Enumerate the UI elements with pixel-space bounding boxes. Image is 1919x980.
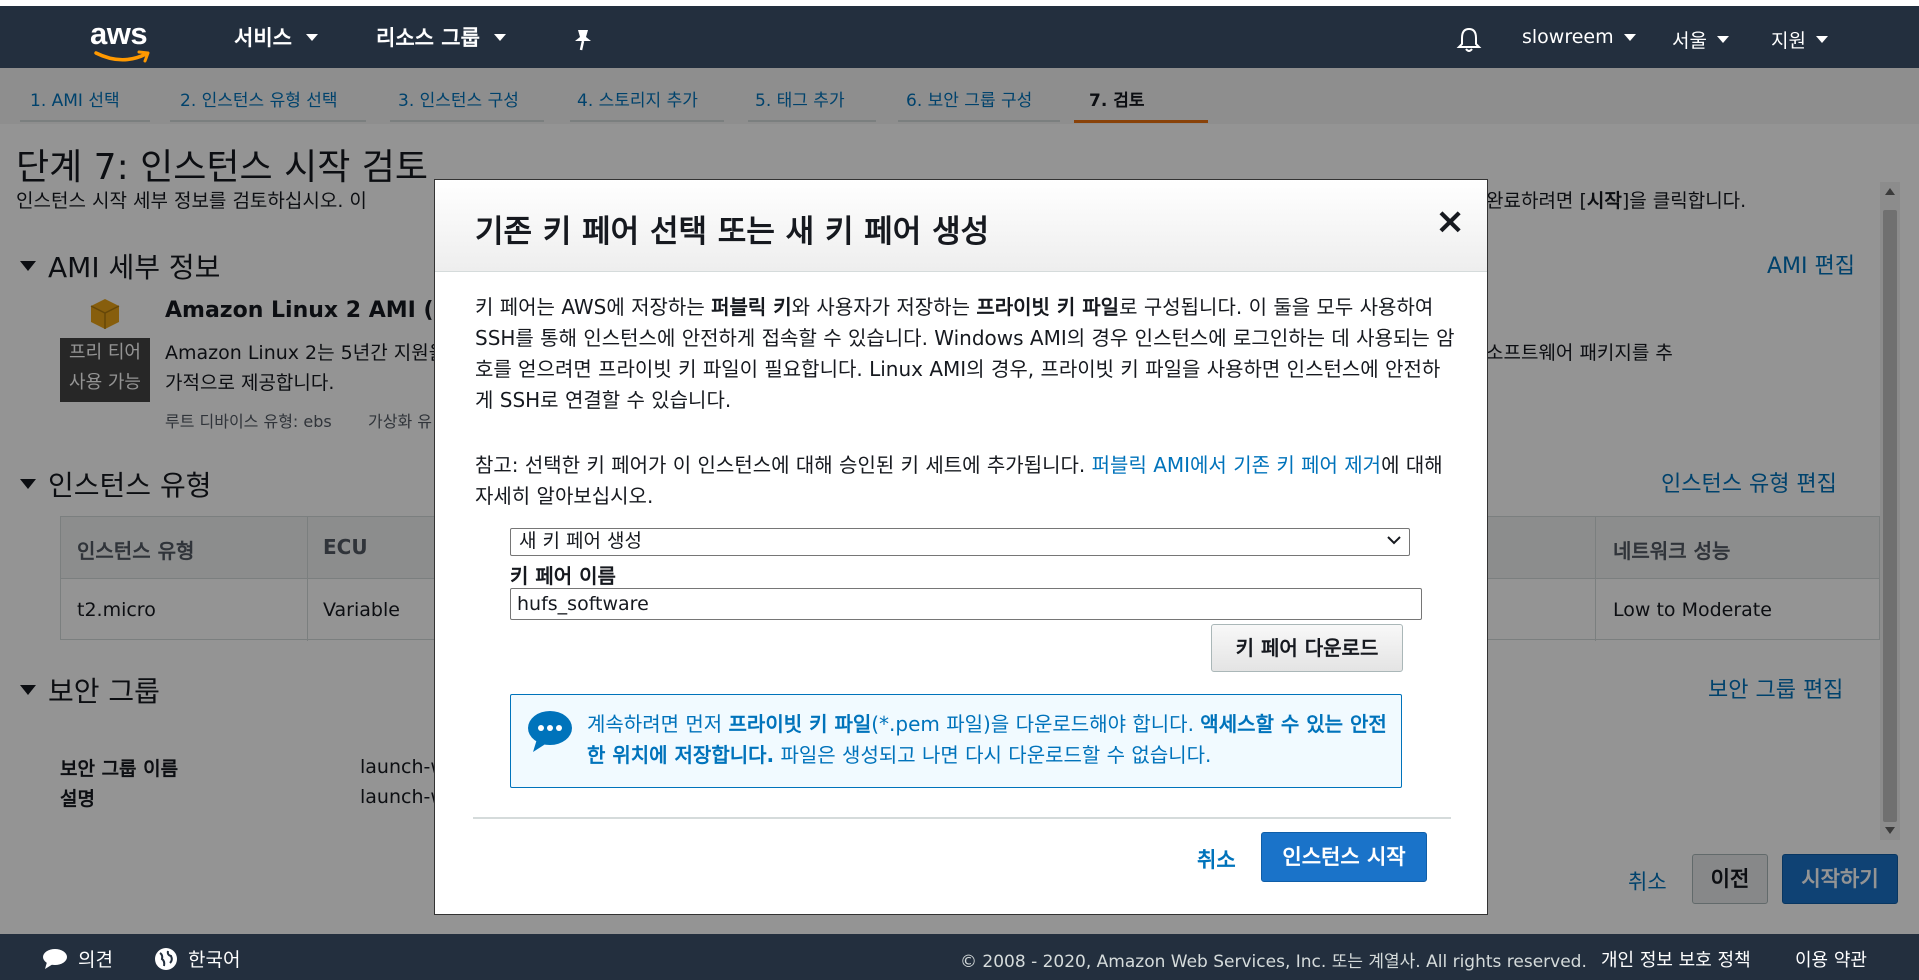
chevron-down-icon xyxy=(1815,36,1828,43)
copyright-text: © 2008 - 2020, Amazon Web Services, Inc.… xyxy=(960,952,1587,972)
launch-instances-button[interactable]: 인스턴스 시작 xyxy=(1261,832,1427,882)
info-chat-icon xyxy=(528,711,572,752)
region-label: 서울 xyxy=(1672,30,1707,52)
download-key-pair-button[interactable]: 키 페어 다운로드 xyxy=(1211,624,1403,672)
privacy-policy-link[interactable]: 개인 정보 보호 정책 xyxy=(1601,946,1751,972)
aws-logo-text: aws xyxy=(90,16,148,51)
dialog-title: 기존 키 페어 선택 또는 새 키 페어 생성 xyxy=(475,214,990,250)
account-username: slowreem xyxy=(1522,26,1614,48)
key-pair-description: 키 페어는 AWS에 저장하는 퍼블릭 키와 사용자가 저장하는 프라이빗 키 … xyxy=(475,295,1455,412)
speech-bubble-icon xyxy=(43,948,67,969)
key-pair-option-select[interactable]: 새 키 페어 생성 xyxy=(510,528,1410,556)
aws-logo[interactable]: aws xyxy=(90,16,156,63)
dialog-divider xyxy=(473,817,1451,819)
dialog-cancel-link[interactable]: 취소 xyxy=(1197,844,1236,874)
chevron-down-icon xyxy=(305,33,318,41)
globe-icon xyxy=(155,947,177,970)
dialog-header: 기존 키 페어 선택 또는 새 키 페어 생성 × xyxy=(435,180,1487,272)
resource-groups-menu[interactable]: 리소스 그룹 xyxy=(376,22,506,52)
bell-icon[interactable] xyxy=(1456,26,1482,54)
key-pair-name-input[interactable]: hufs_software xyxy=(510,588,1422,620)
remove-key-pair-link[interactable]: 퍼블릭 AMI에서 기존 키 페어 제거 xyxy=(1092,453,1381,477)
feedback-link[interactable]: 의견 xyxy=(42,945,113,972)
pin-icon[interactable] xyxy=(572,28,594,52)
resource-groups-label: 리소스 그룹 xyxy=(376,26,480,50)
services-menu[interactable]: 서비스 xyxy=(234,22,318,52)
chevron-down-icon xyxy=(1623,33,1636,41)
support-label: 지원 xyxy=(1771,30,1806,52)
chevron-down-icon xyxy=(1387,536,1401,545)
account-menu[interactable]: slowreem xyxy=(1522,26,1636,48)
support-menu[interactable]: 지원 xyxy=(1771,26,1828,53)
services-label: 서비스 xyxy=(234,26,292,50)
close-icon[interactable]: × xyxy=(1435,204,1465,240)
download-info-alert: 계속하려면 먼저 프라이빗 키 파일(*.pem 파일)을 다운로드해야 합니다… xyxy=(510,694,1402,788)
footer: 의견 한국어 © 2008 - 2020, Amazon Web Service… xyxy=(0,934,1919,980)
terms-of-use-link[interactable]: 이용 약관 xyxy=(1795,946,1867,972)
language-selector[interactable]: 한국어 xyxy=(154,945,240,972)
chevron-down-icon xyxy=(493,33,506,41)
key-pair-name-label: 키 페어 이름 xyxy=(510,564,616,588)
chevron-down-icon xyxy=(1716,36,1729,43)
top-navigation-bar: aws 서비스 리소스 그룹 slowreem 서울 지원 xyxy=(0,0,1919,68)
region-menu[interactable]: 서울 xyxy=(1672,26,1729,53)
key-pair-dialog: 기존 키 페어 선택 또는 새 키 페어 생성 × 키 페어는 AWS에 저장하… xyxy=(434,179,1488,915)
key-pair-note: 참고: 선택한 키 페어가 이 인스턴스에 대해 승인된 키 세트에 추가됩니다… xyxy=(475,453,1443,508)
aws-smile-icon xyxy=(94,50,150,63)
download-info-text: 계속하려면 먼저 프라이빗 키 파일(*.pem 파일)을 다운로드해야 합니다… xyxy=(587,712,1387,767)
